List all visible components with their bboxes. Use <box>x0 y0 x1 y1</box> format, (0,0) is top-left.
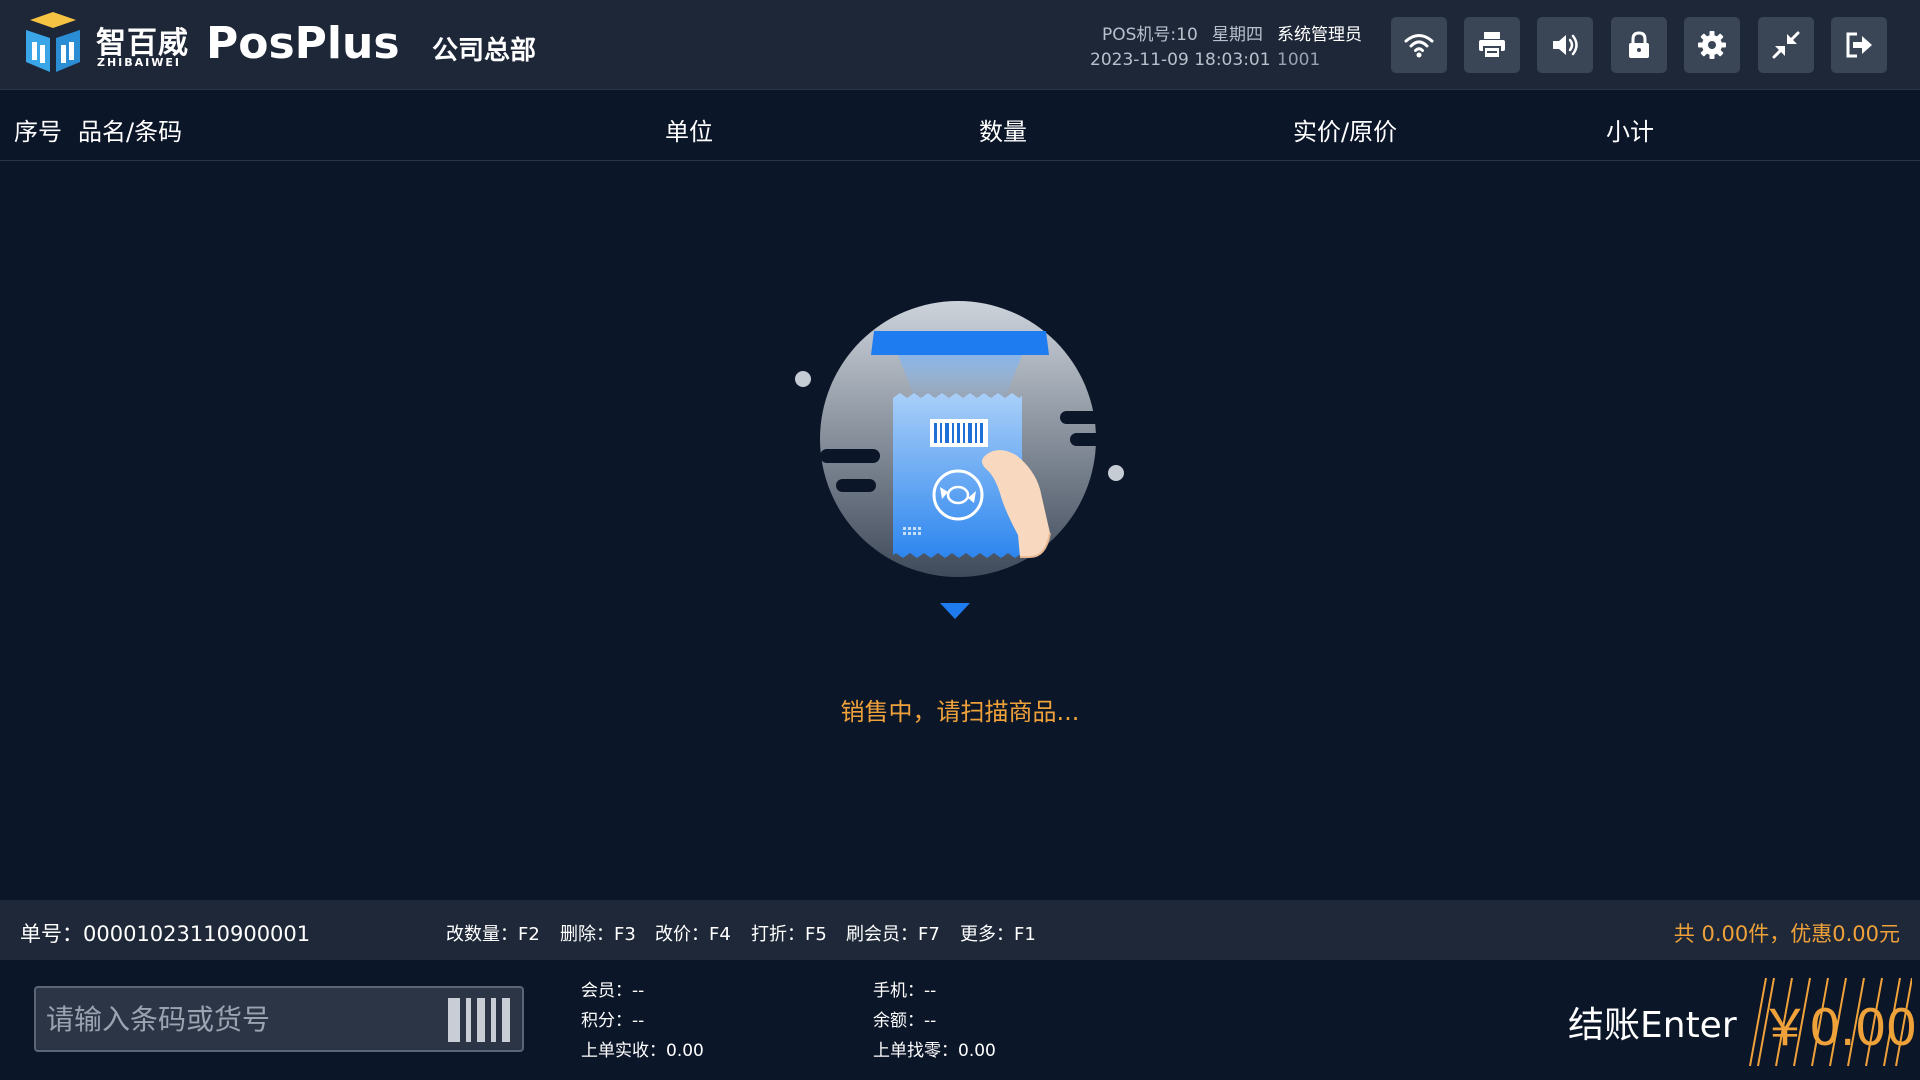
settings-button[interactable] <box>1684 17 1740 73</box>
shortcut-discount[interactable]: 打折：F5 <box>751 920 827 946</box>
shortcut-change-price[interactable]: 改价：F4 <box>655 920 731 946</box>
col-subtotal: 小计 <box>1606 118 1654 146</box>
last-change-info: 上单找零：0.00 <box>873 1041 996 1061</box>
shortcut-more[interactable]: 更多：F1 <box>960 920 1036 946</box>
datetime: 2023-11-09 18:03:01 <box>1090 50 1271 70</box>
last-paid-info: 上单实收：0.00 <box>581 1041 704 1061</box>
weekday: 星期四 <box>1212 25 1263 45</box>
lock-icon <box>1629 31 1649 58</box>
barcode-icon[interactable] <box>446 996 514 1044</box>
store-name: 公司总部 <box>432 36 537 66</box>
shortcut-change-qty[interactable]: 改数量：F2 <box>446 920 540 946</box>
total-amount: ￥0.00 <box>1760 999 1917 1057</box>
user-id: 1001 <box>1277 50 1321 70</box>
item-table-header: 序号 品名/条码 单位 数量 实价/原价 小计 <box>0 90 1920 161</box>
scan-status-message: 销售中，请扫描商品... <box>840 698 1080 726</box>
top-header: 智百威 ZHIBAIWEI PosPlus 公司总部 POS机号:10 星期四 … <box>0 0 1920 90</box>
checkout-button[interactable]: 结账Enter <box>1568 996 1737 1048</box>
logout-icon <box>1846 32 1872 58</box>
pos-number: POS机号:10 <box>1102 25 1198 45</box>
volume-icon <box>1553 34 1578 56</box>
logout-button[interactable] <box>1831 17 1887 73</box>
brand-logo-icon <box>26 12 80 72</box>
lock-button[interactable] <box>1611 17 1667 73</box>
phone-info: 手机：-- <box>873 981 937 1001</box>
brand-name-en: ZHIBAIWEI <box>97 56 182 69</box>
info-bar: 单号：00001023110900001 改数量：F2 删除：F3 改价：F4 … <box>0 900 1920 960</box>
col-name: 品名/条码 <box>78 118 183 146</box>
print-button[interactable] <box>1464 17 1520 73</box>
barcode-field[interactable] <box>34 986 524 1052</box>
barcode-input[interactable] <box>36 988 456 1050</box>
bottom-panel: 会员：-- 积分：-- 上单实收：0.00 手机：-- 余额：-- 上单找零：0… <box>0 960 1920 1080</box>
gear-icon <box>1698 31 1726 59</box>
order-number: 单号：00001023110900001 <box>20 922 311 946</box>
balance-info: 余额：-- <box>873 1011 937 1031</box>
volume-button[interactable] <box>1537 17 1593 73</box>
points-info: 积分：-- <box>581 1011 645 1031</box>
wifi-icon <box>1404 34 1434 58</box>
col-seq: 序号 <box>14 118 62 146</box>
app-name: PosPlus <box>206 18 400 69</box>
col-price: 实价/原价 <box>1293 118 1398 146</box>
shortcut-delete[interactable]: 删除：F3 <box>560 920 636 946</box>
printer-icon <box>1479 32 1505 59</box>
minimize-button[interactable] <box>1758 17 1814 73</box>
col-qty: 数量 <box>979 118 1027 146</box>
shortcut-member-card[interactable]: 刷会员：F7 <box>846 920 940 946</box>
user-role: 系统管理员 <box>1277 25 1362 45</box>
col-unit: 单位 <box>665 118 713 146</box>
minimize-icon <box>1772 31 1800 59</box>
order-summary: 共 0.00件，优惠0.00元 <box>1673 922 1900 946</box>
member-info: 会员：-- <box>581 981 645 1001</box>
wifi-button[interactable] <box>1391 17 1447 73</box>
scan-illustration <box>795 301 1124 619</box>
